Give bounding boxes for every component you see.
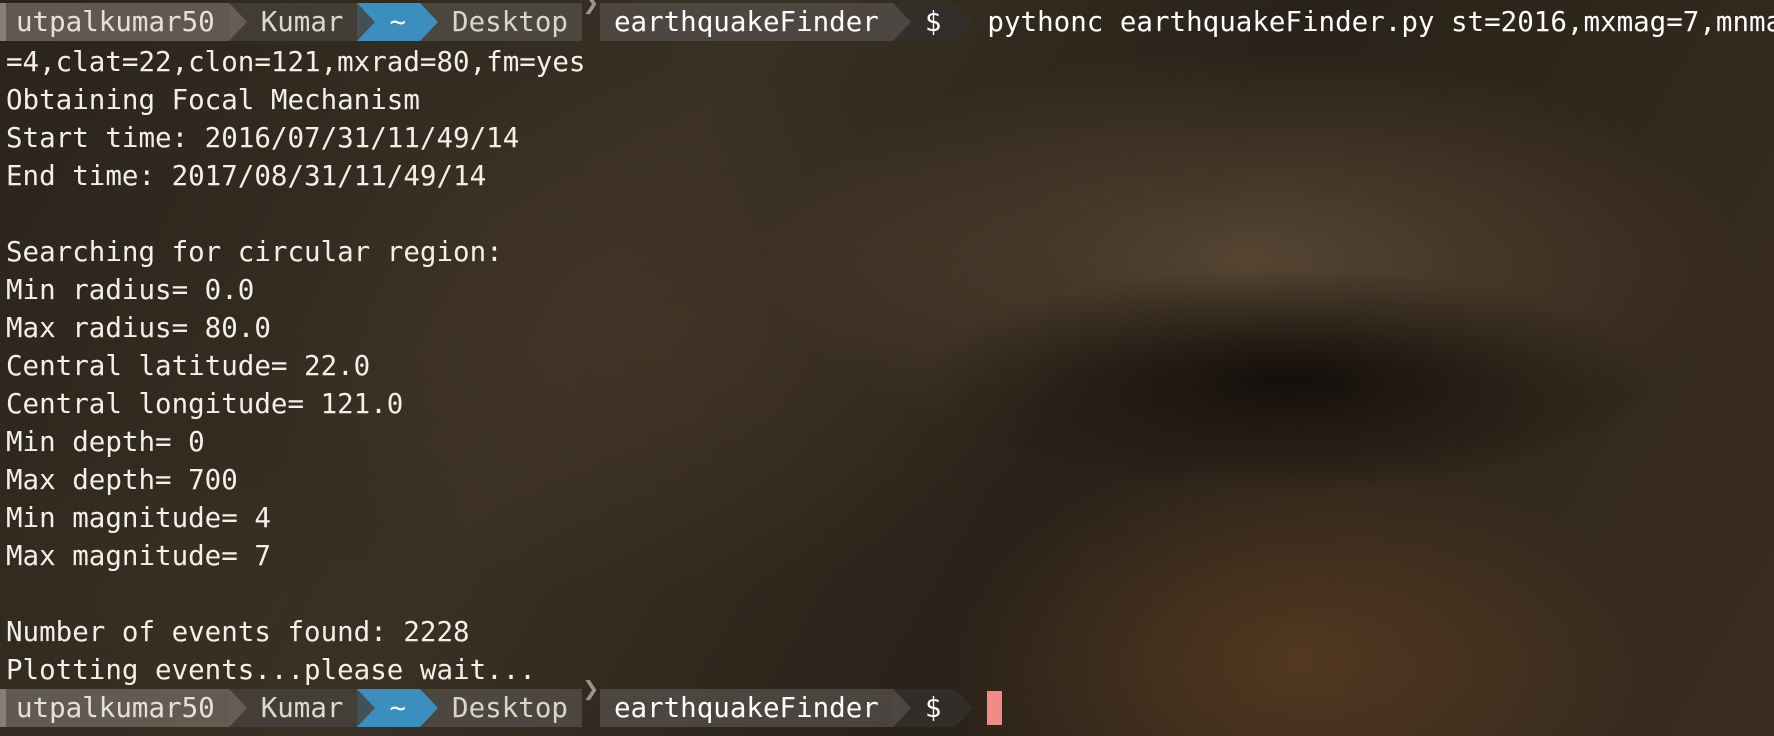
output-line: Central latitude= 22.0	[6, 350, 371, 382]
prompt-user: utpalkumar50	[0, 3, 229, 41]
prompt-home: ~	[375, 3, 421, 41]
prompt-separator	[955, 3, 974, 41]
prompt-separator	[892, 689, 911, 727]
output-line: Start time: 2016/07/31/11/49/14	[6, 122, 520, 154]
prompt-line-active[interactable]: utpalkumar50 Kumar ~ Desktop ❯ earthquak…	[0, 673, 1003, 727]
output-line: Min magnitude= 4	[6, 502, 271, 534]
command-text: pythonc earthquakeFinder.py st=2016,mxma…	[987, 6, 1774, 38]
output-line: Max depth= 700	[6, 464, 238, 496]
output-line: Min depth= 0	[6, 426, 205, 458]
prompt-separator	[228, 3, 247, 41]
output-line: Plotting events...please wait...	[6, 654, 536, 686]
output-line: Max magnitude= 7	[6, 540, 271, 572]
prompt-separator	[892, 3, 911, 41]
output-line: Min radius= 0.0	[6, 274, 255, 306]
output-line: End time: 2017/08/31/11/49/14	[6, 160, 487, 192]
prompt-user: utpalkumar50	[0, 689, 229, 727]
prompt-host: Kumar	[246, 3, 358, 41]
prompt-path-current: earthquakeFinder	[599, 689, 893, 727]
prompt-separator	[228, 689, 247, 727]
prompt-symbol: $	[910, 689, 956, 727]
output-line: Max radius= 80.0	[6, 312, 271, 344]
prompt-path-desktop: Desktop	[438, 689, 582, 727]
prompt-line: utpalkumar50 Kumar ~ Desktop ❯ earthquak…	[0, 0, 1774, 41]
text-cursor[interactable]	[987, 691, 1003, 725]
output-line: Number of events found: 2228	[6, 616, 470, 648]
prompt-separator	[357, 689, 376, 727]
prompt-host: Kumar	[246, 689, 358, 727]
prompt-symbol: $	[910, 3, 956, 41]
terminal-window[interactable]: utpalkumar50 Kumar ~ Desktop ❯ earthquak…	[0, 0, 1774, 736]
prompt-separator	[357, 3, 376, 41]
command-continuation: =4,clat=22,clon=121,mxrad=80,fm=yes	[6, 46, 586, 78]
output-line: Searching for circular region:	[6, 236, 503, 268]
prompt-path-current: earthquakeFinder	[599, 3, 893, 41]
prompt-home: ~	[375, 689, 421, 727]
prompt-separator	[955, 689, 974, 727]
prompt-path-desktop: Desktop	[438, 3, 582, 41]
output-line: Obtaining Focal Mechanism	[6, 84, 420, 116]
prompt-separator	[420, 3, 439, 41]
output-line: Central longitude= 121.0	[6, 388, 404, 420]
prompt-separator	[420, 689, 439, 727]
